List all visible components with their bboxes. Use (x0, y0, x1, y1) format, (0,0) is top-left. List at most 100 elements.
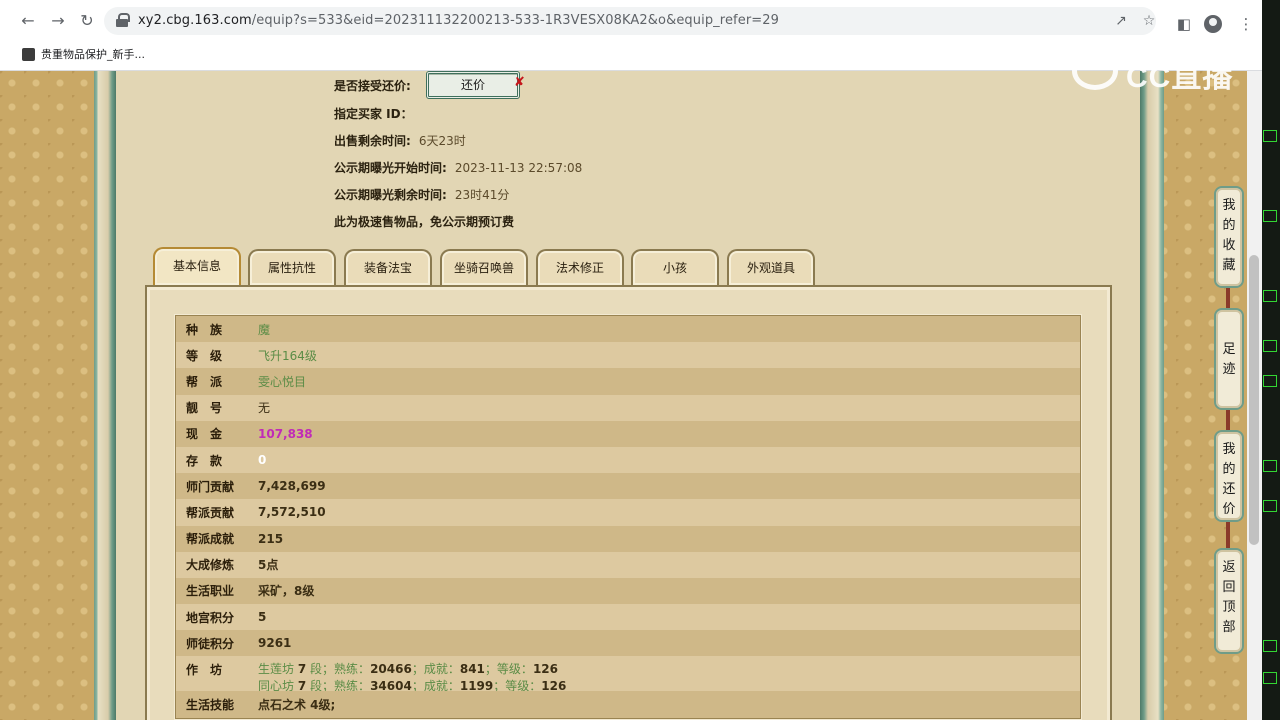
buyer-id-label: 指定买家 ID： (334, 107, 413, 121)
tab-mounts-pets[interactable]: 坐骑召唤兽 (440, 249, 528, 285)
my-favorites-button[interactable]: 我的收藏 (1214, 186, 1244, 288)
table-row: 地宫积分 5 (176, 604, 1080, 631)
close-x-icon: ✘ (514, 75, 525, 90)
table-row: 帮派成就 215 (176, 525, 1080, 552)
overlay-box (1263, 290, 1277, 302)
scrollbar-thumb[interactable] (1249, 255, 1259, 545)
row-key: 种族 (186, 322, 235, 337)
table-row: 存款 0 (176, 446, 1080, 474)
row-key: 靓号 (186, 401, 235, 416)
tab-children[interactable]: 小孩 (631, 249, 719, 285)
bookmark-label: 贵重物品保护_新手... (41, 48, 145, 61)
basic-info-table: 种族 魔 等级 飞升164级 帮派 雯心悦目 靓号 无 现金 107,838 存款 0 师门… (175, 315, 1081, 719)
overlay-box (1263, 375, 1277, 387)
footprint-button[interactable]: 足迹 (1214, 308, 1244, 410)
table-row: 现金 107,838 (176, 420, 1080, 447)
overlay-box (1263, 640, 1277, 652)
back-icon[interactable]: ← (18, 11, 38, 31)
row-value: 107,838 (258, 426, 313, 441)
menu-icon[interactable]: ⋮ (1236, 14, 1256, 34)
address-row: ← → ↻ xy2.cbg.163.com/equip?s=533&eid=20… (0, 4, 1262, 38)
row-key: 大成修炼 (186, 558, 235, 573)
forward-icon[interactable]: → (48, 11, 68, 31)
lock-icon (116, 13, 130, 27)
stream-watermark: CC直播 (1072, 50, 1242, 94)
side-connector (1226, 520, 1230, 550)
row-value: 9261 (258, 636, 292, 651)
row-key: 帮派贡献 (186, 505, 235, 520)
row-key: 生活技能 (186, 698, 235, 713)
row-key: 生活职业 (186, 584, 235, 599)
publicity-remain-value: 23时41分 (454, 188, 510, 202)
bookmark-item[interactable]: 贵重物品保护_新手... (22, 46, 145, 62)
overlay-box (1263, 210, 1277, 222)
counter-offer-button[interactable]: 还价 (426, 71, 520, 99)
tab-appearance[interactable]: 外观道具 (727, 249, 815, 285)
row-key: 帮派 (186, 374, 235, 389)
overlay-box (1263, 460, 1277, 472)
basic-info-panel: 种族 魔 等级 飞升164级 帮派 雯心悦目 靓号 无 现金 107,838 存款 0 师门… (145, 285, 1112, 720)
side-connector (1226, 286, 1230, 310)
publicity-start-label: 公示期曝光开始时间: (334, 161, 447, 175)
row-value: 7,428,699 (258, 479, 326, 494)
row-value: 7,572,510 (258, 505, 326, 520)
overlay-strip (1262, 0, 1280, 720)
row-value: 5点 (258, 558, 279, 573)
tab-spell-correction[interactable]: 法术修正 (536, 249, 624, 285)
remain-time-line: 出售剩余时间: 6天23时 (334, 132, 466, 149)
overlay-box (1263, 672, 1277, 684)
page-scrollbar[interactable] (1247, 71, 1262, 720)
row-key: 作坊 (186, 663, 235, 678)
star-icon[interactable]: ☆ (1140, 12, 1158, 30)
tab-attributes[interactable]: 属性抗性 (248, 249, 336, 285)
row-value: 魔 (258, 322, 271, 337)
publicity-remain-label: 公示期曝光剩余时间: (334, 188, 447, 202)
row-key: 现金 (186, 427, 235, 442)
remain-time-value: 6天23时 (418, 134, 466, 148)
row-value: 0 (258, 453, 267, 468)
remain-time-label: 出售剩余时间: (334, 134, 411, 148)
sidepanel-icon[interactable]: ◧ (1174, 14, 1194, 34)
row-value: 5 (258, 610, 267, 625)
table-row: 师徒积分 9261 (176, 630, 1080, 657)
reload-icon[interactable]: ↻ (77, 11, 97, 31)
left-border-rail (94, 71, 116, 720)
row-value: 采矿，8级 (258, 584, 315, 599)
fast-sale-note: 此为极速售物品，免公示期预订费 (334, 213, 514, 230)
table-row: 作坊 生莲坊 7 段；熟练：20466；成就：841；等级：126 同心坊 7 … (176, 656, 1080, 693)
publicity-start-value: 2023-11-13 22:57:08 (454, 161, 583, 175)
watermark-text: CC直播 (1126, 61, 1234, 94)
profile-avatar[interactable] (1204, 15, 1222, 33)
table-row: 生活职业 采矿，8级 (176, 577, 1080, 605)
row-value: 飞升164级 (258, 348, 317, 363)
row-key: 帮派成就 (186, 532, 235, 547)
row-key: 师徒积分 (186, 636, 235, 651)
row-value: 点石之术 4级; (258, 698, 336, 713)
page: 是否接受还价: 还价 ✘ 指定买家 ID： 出售剩余时间: 6天23时 公示期曝光… (0, 71, 1262, 720)
fast-sale-note-text: 此为极速售物品，免公示期预订费 (334, 215, 515, 229)
table-row: 师门贡献 7,428,699 (176, 473, 1080, 500)
row-key: 师门贡献 (186, 479, 235, 494)
publicity-start-line: 公示期曝光开始时间: 2023-11-13 22:57:08 (334, 159, 582, 176)
back-to-top-button[interactable]: 返回顶部 (1214, 548, 1244, 654)
accept-counter-line: 是否接受还价: (334, 77, 411, 94)
row-key: 存款 (186, 453, 235, 468)
table-row: 帮派 雯心悦目 (176, 368, 1080, 395)
workshop-line: 生莲坊 7 段；熟练：20466；成就：841；等级：126 (258, 662, 558, 677)
address-bar[interactable]: xy2.cbg.163.com/equip?s=533&eid=20231113… (104, 7, 1156, 35)
workshop-value: 生莲坊 7 段；熟练：20466；成就：841；等级：126 同心坊 7 段；熟… (258, 661, 566, 695)
accept-counter-label: 是否接受还价: (334, 79, 411, 93)
watermark-logo-icon (1072, 52, 1118, 90)
right-border-rail (1140, 71, 1164, 720)
table-row: 等级 飞升164级 (176, 342, 1080, 369)
buyer-id-line: 指定买家 ID： (334, 105, 413, 122)
tab-equipment[interactable]: 装备法宝 (344, 249, 432, 285)
overlay-box (1263, 340, 1277, 352)
table-row: 生活技能 点石之术 4级; (176, 691, 1080, 718)
my-counter-offer-button[interactable]: 我的还价 (1214, 430, 1244, 522)
overlay-box (1263, 130, 1277, 142)
row-key: 等级 (186, 348, 235, 363)
tab-basic-info[interactable]: 基本信息 (153, 247, 241, 285)
table-row: 靓号 无 (176, 394, 1080, 421)
share-icon[interactable]: ↗ (1112, 12, 1130, 30)
